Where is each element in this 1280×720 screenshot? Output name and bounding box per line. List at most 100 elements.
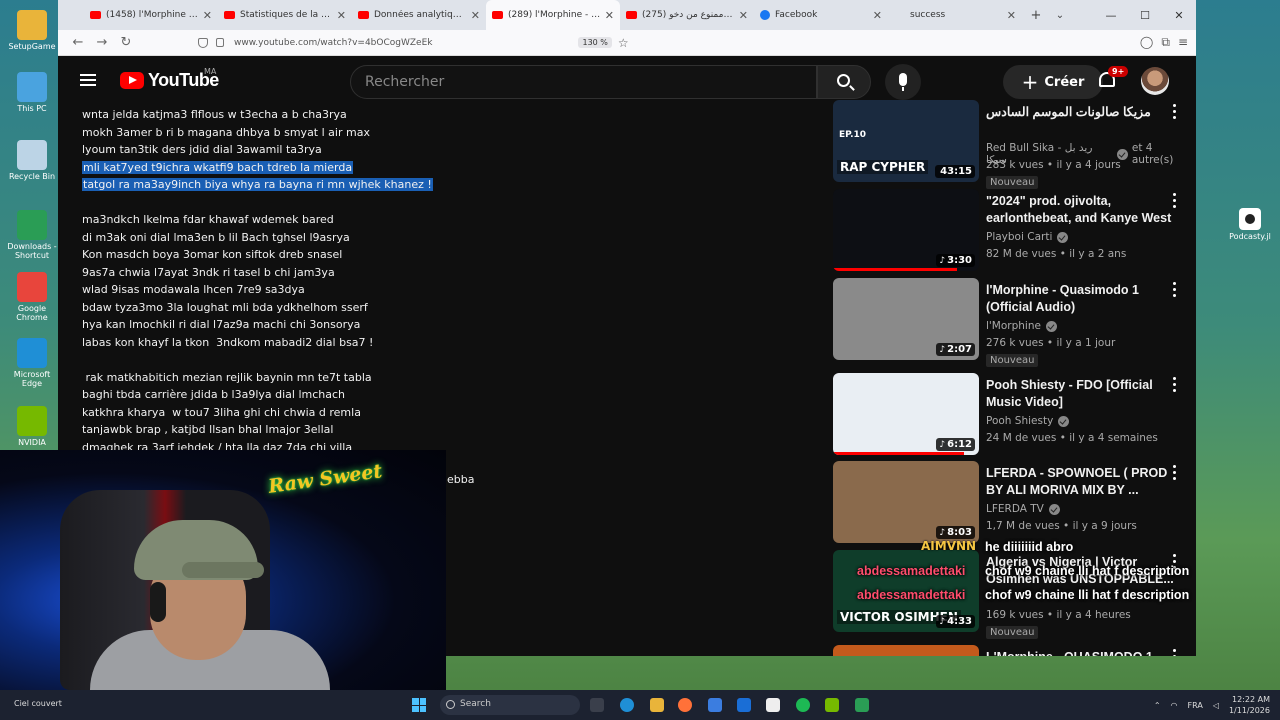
file-explorer-icon[interactable] bbox=[650, 698, 664, 712]
video-channel[interactable]: l'Morphine bbox=[986, 320, 1057, 332]
chevron-up-icon[interactable]: ⌃ bbox=[1154, 701, 1161, 710]
spotify-icon[interactable] bbox=[796, 698, 810, 712]
url-text[interactable]: www.youtube.com/watch?v=4bOCogWZeEk bbox=[234, 38, 432, 48]
start-button[interactable] bbox=[412, 698, 426, 712]
desktop-icon[interactable]: SetupGame bbox=[6, 10, 58, 51]
browser-tab[interactable]: (289) l'Morphine - Quasim ✕ bbox=[486, 0, 620, 30]
zoom-level[interactable]: 130 % bbox=[578, 37, 612, 48]
video-thumbnail[interactable] bbox=[833, 645, 979, 656]
bookmark-star-icon[interactable]: ☆ bbox=[618, 36, 629, 50]
create-button[interactable]: + Créer bbox=[1003, 65, 1103, 99]
lyric-text: di m3ak oni dial lma3en b lil Bach tghse… bbox=[82, 230, 350, 244]
outlook-icon[interactable] bbox=[737, 698, 751, 712]
browser-tab[interactable]: (275) طوطو ممنوع من دخو ✕ bbox=[620, 0, 754, 30]
desktop-icon-podcast[interactable]: Podcasty.jl bbox=[1228, 208, 1272, 241]
more-actions-icon[interactable] bbox=[1173, 649, 1177, 656]
related-video-card[interactable]: ♪ 3:30 "2024" prod. ojivolta, earlonthebea… bbox=[833, 189, 1195, 279]
new-tab-button[interactable]: + bbox=[1022, 8, 1050, 23]
channel-name[interactable]: Playboi Carti bbox=[986, 231, 1052, 243]
video-channel[interactable]: Playboi Carti bbox=[986, 231, 1069, 243]
capcut-icon[interactable] bbox=[766, 698, 780, 712]
voice-search-button[interactable] bbox=[885, 64, 921, 100]
menu-icon[interactable]: ≡ bbox=[1178, 35, 1188, 50]
desktop-icon[interactable]: Microsoft Edge bbox=[6, 338, 58, 388]
video-channel[interactable]: Pooh Shiesty bbox=[986, 415, 1070, 427]
tab-close-icon[interactable]: ✕ bbox=[739, 9, 748, 22]
tab-close-icon[interactable]: ✕ bbox=[471, 9, 480, 22]
related-video-card[interactable]: ♪ 8:03 LFERDA - SPOWNOEL ( PROD BY ALI MOR… bbox=[833, 461, 1195, 551]
search-button[interactable] bbox=[817, 65, 871, 99]
related-video-card[interactable]: ♪ 2:07 l'Morphine - Quasimodo 1 (Official … bbox=[833, 278, 1195, 368]
firefox-icon[interactable] bbox=[678, 698, 692, 712]
tab-close-icon[interactable]: ✕ bbox=[1007, 9, 1016, 22]
more-actions-icon[interactable] bbox=[1173, 377, 1177, 393]
guide-menu-icon[interactable] bbox=[80, 74, 96, 86]
lyric-line bbox=[82, 351, 822, 369]
maximize-button[interactable]: ☐ bbox=[1128, 9, 1162, 22]
desktop-icon[interactable]: This PC bbox=[6, 72, 58, 113]
avatar[interactable] bbox=[1141, 67, 1169, 95]
address-bar[interactable]: www.youtube.com/watch?v=4bOCogWZeEk 130 … bbox=[198, 33, 958, 53]
desktop-icon[interactable]: NVIDIA bbox=[6, 406, 58, 447]
weather-widget[interactable]: Ciel couvert bbox=[14, 699, 62, 708]
tab-close-icon[interactable]: ✕ bbox=[203, 9, 212, 22]
browser-tab[interactable]: Données analytiques de la ✕ bbox=[352, 0, 486, 30]
video-thumbnail[interactable]: ♪ 3:30 bbox=[833, 189, 979, 271]
related-video-card[interactable]: ♪ 6:12 Pooh Shiesty - FDO [Official Music … bbox=[833, 373, 1195, 463]
more-actions-icon[interactable] bbox=[1173, 465, 1177, 481]
video-title[interactable]: LFERDA - SPOWNOEL ( PROD BY ALI MORIVA M… bbox=[986, 465, 1176, 499]
video-thumbnail[interactable]: ♪ 8:03 bbox=[833, 461, 979, 543]
close-window-button[interactable]: ✕ bbox=[1162, 9, 1196, 22]
task-view-icon[interactable] bbox=[590, 698, 604, 712]
tracking-shield-icon[interactable] bbox=[198, 37, 208, 48]
back-button[interactable]: ← bbox=[66, 35, 90, 50]
speaker-icon[interactable]: ◁ bbox=[1213, 701, 1219, 710]
lock-icon[interactable] bbox=[216, 38, 224, 47]
channel-name[interactable]: Pooh Shiesty bbox=[986, 415, 1053, 427]
edge-icon[interactable] bbox=[620, 698, 634, 712]
channel-name[interactable]: LFERDA TV bbox=[986, 503, 1044, 515]
related-video-card[interactable]: RAP CYPHER EP.10 43:15 مزيكا صالونات الموسم… bbox=[833, 100, 1195, 190]
nvidia-icon[interactable] bbox=[825, 698, 839, 712]
minimize-button[interactable]: — bbox=[1094, 9, 1128, 22]
video-channel[interactable]: LFERDA TV bbox=[986, 503, 1060, 515]
related-video-card[interactable]: L'Morphine - QUASIMODO 1 bbox=[833, 645, 1195, 656]
browser-tab[interactable]: (1458) l'Morphine - QUASI ✕ bbox=[84, 0, 218, 30]
video-title[interactable]: L'Morphine - QUASIMODO 1 bbox=[986, 649, 1176, 656]
store-icon[interactable] bbox=[708, 698, 722, 712]
browser-tab[interactable]: Facebook ✕ bbox=[754, 0, 888, 30]
video-title[interactable]: "2024" prod. ojivolta, earlonthebeat, an… bbox=[986, 193, 1176, 227]
extensions-icon[interactable]: ⧉ bbox=[1161, 35, 1170, 50]
video-title[interactable]: مزيكا صالونات الموسم السادس bbox=[986, 104, 1176, 121]
more-actions-icon[interactable] bbox=[1173, 282, 1177, 298]
account-icon[interactable]: ◯ bbox=[1140, 35, 1153, 50]
video-thumbnail[interactable]: RAP CYPHER EP.10 43:15 bbox=[833, 100, 979, 182]
youtube-logo-icon[interactable] bbox=[120, 72, 144, 89]
clock[interactable]: 12:22 AM 1/11/2026 bbox=[1229, 694, 1270, 716]
tab-close-icon[interactable]: ✕ bbox=[605, 9, 614, 22]
desktop-icon[interactable]: Recycle Bin bbox=[6, 140, 58, 181]
wifi-icon[interactable]: ◠ bbox=[1171, 701, 1178, 710]
video-thumbnail[interactable]: ♪ 2:07 bbox=[833, 278, 979, 360]
notepad-icon[interactable] bbox=[855, 698, 869, 712]
duration-text: 2:07 bbox=[947, 344, 972, 355]
desktop-icon[interactable]: Downloads - Shortcut bbox=[6, 210, 58, 260]
search-input[interactable]: Rechercher bbox=[350, 65, 817, 99]
tab-list-chevron-icon[interactable]: ⌄ bbox=[1050, 10, 1070, 21]
video-title[interactable]: Pooh Shiesty - FDO [Official Music Video… bbox=[986, 377, 1176, 411]
video-thumbnail[interactable]: ♪ 6:12 bbox=[833, 373, 979, 455]
browser-tab[interactable]: success ✕ bbox=[888, 0, 1022, 30]
taskbar-search[interactable]: Search bbox=[440, 695, 580, 715]
channel-name[interactable]: l'Morphine bbox=[986, 320, 1041, 332]
notifications-button[interactable]: 9+ bbox=[1096, 66, 1129, 92]
more-actions-icon[interactable] bbox=[1173, 104, 1177, 120]
forward-button[interactable]: → bbox=[90, 35, 114, 50]
browser-tab[interactable]: Statistiques de la vidéo - Yo ✕ bbox=[218, 0, 352, 30]
more-actions-icon[interactable] bbox=[1173, 193, 1177, 209]
reload-button[interactable]: ↻ bbox=[114, 35, 138, 50]
tab-close-icon[interactable]: ✕ bbox=[337, 9, 346, 22]
video-title[interactable]: l'Morphine - Quasimodo 1 (Official Audio… bbox=[986, 282, 1176, 316]
desktop-icon[interactable]: Google Chrome bbox=[6, 272, 58, 322]
language-indicator[interactable]: FRA bbox=[1188, 701, 1203, 710]
tab-close-icon[interactable]: ✕ bbox=[873, 9, 882, 22]
